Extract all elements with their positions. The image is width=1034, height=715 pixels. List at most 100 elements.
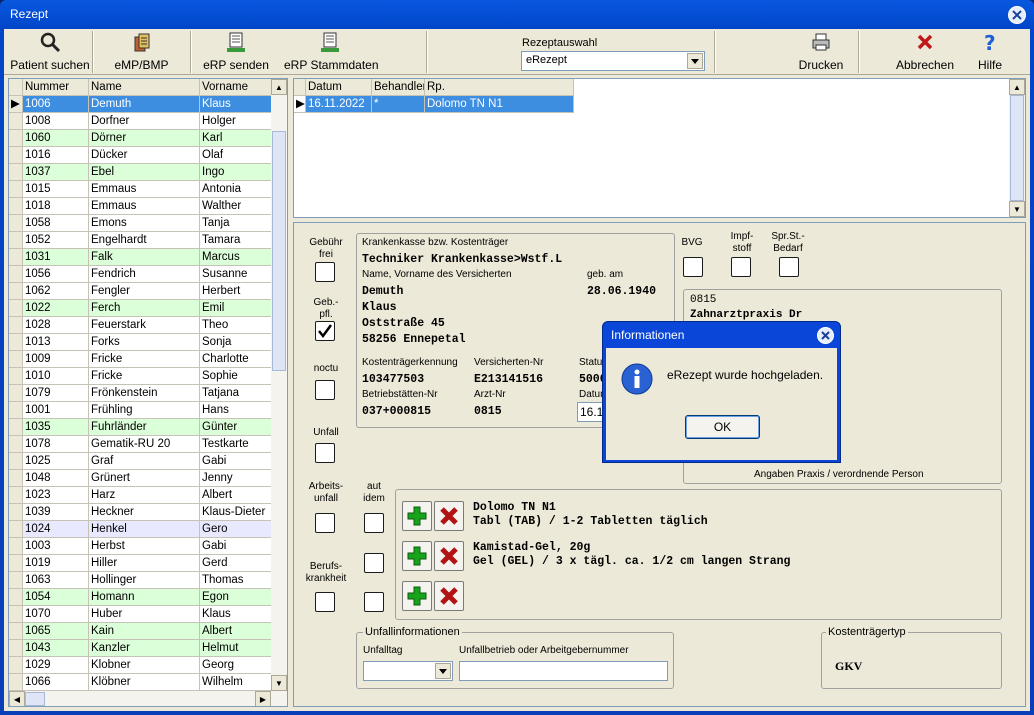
patient-vscroll[interactable]: ▲ ▼	[271, 79, 287, 691]
patient-table[interactable]: Nummer Name Vorname ▶ 1006 Demuth Klaus 1008…	[8, 78, 288, 707]
rezept-table[interactable]: Datum Behandler Rp. ▶ 16.11.2022 * Dolom…	[293, 78, 1026, 218]
scroll-up-icon[interactable]: ▲	[271, 79, 287, 95]
table-row[interactable]: 1065 Kain Albert	[9, 623, 278, 640]
spr-bedarf-checkbox[interactable]	[779, 257, 799, 277]
table-row[interactable]: 1037 Ebel Ingo	[9, 164, 278, 181]
close-window-button[interactable]	[1008, 6, 1026, 24]
table-row[interactable]: 1066 Klöbner Wilhelm	[9, 674, 278, 691]
patient-name: Fricke	[89, 368, 200, 384]
table-row[interactable]: 1008 Dorfner Holger	[9, 113, 278, 130]
table-row[interactable]: 1019 Hiller Gerd	[9, 555, 278, 572]
rezeptauswahl-select[interactable]: eRezept	[521, 51, 705, 71]
unfall-checkbox[interactable]	[315, 443, 335, 463]
column-rp[interactable]: Rp.	[425, 79, 574, 95]
table-row[interactable]: ▶ 1006 Demuth Klaus	[9, 96, 278, 113]
noctu-checkbox[interactable]	[315, 380, 335, 400]
erp-senden-button[interactable]: eRP senden	[196, 31, 276, 73]
table-row[interactable]: 1079 Frönkenstein Tatjana	[9, 385, 278, 402]
add-medication-button-3[interactable]	[402, 581, 432, 611]
table-row[interactable]: 1070 Huber Klaus	[9, 606, 278, 623]
patient-suchen-button[interactable]: Patient suchen	[10, 31, 90, 73]
erp-stammdaten-button[interactable]: eRP Stammdaten	[284, 31, 379, 73]
column-datum[interactable]: Datum	[306, 79, 372, 95]
patient-nummer: 1028	[23, 317, 89, 333]
delete-medication-button-3[interactable]	[434, 581, 464, 611]
patient-vorname: Klaus-Dieter	[200, 504, 278, 520]
table-row[interactable]: 1056 Fendrich Susanne	[9, 266, 278, 283]
scroll-left-icon[interactable]: ◀	[9, 691, 25, 706]
aut-idem-checkbox-2[interactable]	[364, 553, 384, 573]
column-name[interactable]: Name	[89, 79, 200, 95]
berufskrankheit-checkbox[interactable]	[315, 592, 335, 612]
scroll-down-icon[interactable]: ▼	[271, 675, 287, 691]
chevron-down-icon[interactable]	[687, 53, 703, 69]
delete-medication-button-2[interactable]	[434, 541, 464, 571]
table-row[interactable]: 1078 Gematik-RU 20 Testkarte	[9, 436, 278, 453]
table-row[interactable]: 1035 Fuhrländer Günter	[9, 419, 278, 436]
bvg-checkbox[interactable]	[683, 257, 703, 277]
impfstoff-checkbox[interactable]	[731, 257, 751, 277]
aut-idem-checkbox-1[interactable]	[364, 513, 384, 533]
table-row[interactable]: 1023 Harz Albert	[9, 487, 278, 504]
column-behandler[interactable]: Behandler	[372, 79, 425, 95]
table-row[interactable]: 1003 Herbst Gabi	[9, 538, 278, 555]
scroll-thumb[interactable]	[272, 131, 286, 371]
scroll-thumb[interactable]	[1010, 95, 1024, 201]
table-row[interactable]: 1022 Ferch Emil	[9, 300, 278, 317]
table-row[interactable]: 1018 Emmaus Walther	[9, 198, 278, 215]
unfallbetrieb-input[interactable]	[459, 661, 668, 681]
patient-hscroll[interactable]: ◀ ▶	[9, 691, 287, 706]
scroll-up-icon[interactable]: ▲	[1009, 79, 1025, 95]
table-row[interactable]: 1063 Hollinger Thomas	[9, 572, 278, 589]
emp-bmp-button[interactable]: eMP/BMP	[104, 31, 179, 73]
table-row[interactable]: 1015 Emmaus Antonia	[9, 181, 278, 198]
column-nummer[interactable]: Nummer	[23, 79, 89, 95]
patient-nummer: 1037	[23, 164, 89, 180]
dialog-close-button[interactable]	[817, 327, 834, 344]
drucken-button[interactable]: Drucken	[794, 31, 848, 73]
scroll-right-icon[interactable]: ▶	[255, 691, 271, 706]
table-row[interactable]: 1010 Fricke Sophie	[9, 368, 278, 385]
scroll-down-icon[interactable]: ▼	[1009, 201, 1025, 217]
abbrechen-button[interactable]: Abbrechen	[894, 31, 956, 73]
patient-vorname: Susanne	[200, 266, 278, 282]
unfalltag-select[interactable]	[363, 661, 453, 681]
patient-nummer: 1039	[23, 504, 89, 520]
table-row[interactable]: 1062 Fengler Herbert	[9, 283, 278, 300]
row-indicator	[9, 623, 23, 639]
table-row[interactable]: 1054 Homann Egon	[9, 589, 278, 606]
rezept-rp: Dolomo TN N1	[425, 96, 574, 112]
chevron-down-icon[interactable]	[435, 663, 451, 679]
rezept-vscroll[interactable]: ▲ ▼	[1009, 79, 1025, 217]
table-row[interactable]: 1009 Fricke Charlotte	[9, 351, 278, 368]
row-indicator	[9, 317, 23, 333]
gebuehr-frei-checkbox[interactable]	[315, 262, 335, 282]
table-row[interactable]: 1048 Grünert Jenny	[9, 470, 278, 487]
rezept-row[interactable]: ▶ 16.11.2022 * Dolomo TN N1	[294, 96, 574, 113]
table-row[interactable]: 1031 Falk Marcus	[9, 249, 278, 266]
hscroll-thumb[interactable]	[25, 692, 45, 706]
table-row[interactable]: 1028 Feuerstark Theo	[9, 317, 278, 334]
table-row[interactable]: 1013 Forks Sonja	[9, 334, 278, 351]
table-row[interactable]: 1001 Frühling Hans	[9, 402, 278, 419]
aut-idem-checkbox-3[interactable]	[364, 592, 384, 612]
table-row[interactable]: 1043 Kanzler Helmut	[9, 640, 278, 657]
delete-medication-button-1[interactable]	[434, 501, 464, 531]
add-medication-button-2[interactable]	[402, 541, 432, 571]
table-row[interactable]: 1058 Emons Tanja	[9, 215, 278, 232]
table-row[interactable]: 1024 Henkel Gero	[9, 521, 278, 538]
geb-pfl-checkbox[interactable]	[315, 321, 335, 341]
table-row[interactable]: 1029 Klobner Georg	[9, 657, 278, 674]
table-row[interactable]: 1060 Dörner Karl	[9, 130, 278, 147]
hilfe-button[interactable]: ? Hilfe	[970, 31, 1010, 73]
table-row[interactable]: 1025 Graf Gabi	[9, 453, 278, 470]
table-row[interactable]: 1016 Dücker Olaf	[9, 147, 278, 164]
row-indicator	[9, 470, 23, 486]
table-row[interactable]: 1039 Heckner Klaus-Dieter	[9, 504, 278, 521]
add-medication-button-1[interactable]	[402, 501, 432, 531]
ok-button[interactable]: OK	[685, 415, 760, 439]
table-row[interactable]: 1052 Engelhardt Tamara	[9, 232, 278, 249]
patient-ort: 58256 Ennepetal	[362, 333, 466, 346]
column-vorname[interactable]: Vorname	[200, 79, 278, 95]
arbeitsunfall-checkbox[interactable]	[315, 513, 335, 533]
